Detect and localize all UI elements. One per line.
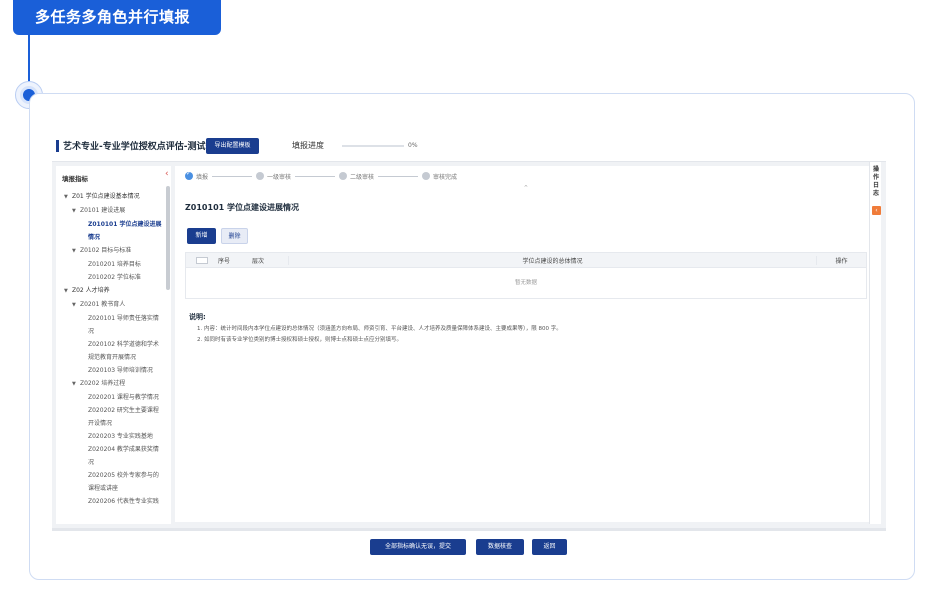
- empty-state: 暂无数据: [514, 280, 537, 286]
- step-dot-icon: [422, 172, 431, 180]
- page: 多任务多角色并行填报 艺术专业-专业学位授权点评估-测试部 导出配置模板 填报进…: [0, 0, 945, 612]
- workflow-steps: 填报 一级审核 二级审核 审核完成: [185, 170, 457, 182]
- sidebar-item[interactable]: Z020205 校外专家参与的课程或讲座: [56, 469, 164, 495]
- select-all-checkbox[interactable]: [196, 256, 208, 264]
- indicator-sidebar: 填报指标 ‹ ▼ Z01 学位点建设基本情况 ▼ Z0101 建设进展 Z010101 …: [56, 166, 171, 524]
- step-label: 二级审核: [350, 173, 375, 181]
- step-connector: [295, 175, 336, 177]
- progress-label: 填报进度: [292, 141, 324, 150]
- step-dot-icon: [339, 172, 348, 180]
- sidebar-item[interactable]: Z020102 科学道德和学术规范教育开展情况: [56, 338, 164, 364]
- export-template-button[interactable]: 导出配置模板: [206, 138, 259, 154]
- title-accent-bar: [56, 140, 59, 152]
- column-operation: 操作: [816, 255, 866, 265]
- check-circle-icon: [185, 170, 193, 180]
- note-line: 1. 内容：统计时间段内本学位点建设的总体情况（须涵盖方向布局、师资引育、平台建…: [197, 326, 562, 332]
- main-content: 填报 一级审核 二级审核 审核完成 ⌃ Z010101 学位点建设进展情况 新增 删除…: [175, 166, 869, 522]
- delete-button[interactable]: 删除: [221, 228, 248, 244]
- sidebar-item[interactable]: ▼ Z0102 目标与标准: [56, 244, 164, 258]
- app-header: 艺术专业-专业学位授权点评估-测试部 导出配置模板 填报进度 0%: [52, 130, 886, 162]
- sidebar-item-label: Z010101 学位点建设进展情况: [88, 221, 162, 241]
- column-level: 层次: [252, 257, 265, 265]
- column-seq: 序号: [218, 257, 231, 265]
- caret-down-icon[interactable]: ▼: [64, 285, 72, 298]
- step-connector: [378, 175, 419, 177]
- footer-bar: 全部指标确认无误，提交 数据核查 返回: [52, 528, 886, 558]
- data-check-button[interactable]: 数据核查: [476, 539, 524, 555]
- data-table: 序号 层次 学位点建设的总体情况 操作 暂无数据: [185, 252, 867, 299]
- sidebar-item-label: Z01 学位点建设基本情况: [72, 193, 140, 200]
- app-title: 艺术专业-专业学位授权点评估-测试部: [63, 142, 215, 152]
- chevron-left-icon[interactable]: ‹: [165, 169, 169, 179]
- step-label: 审核完成: [433, 173, 458, 181]
- connector-line: [28, 35, 30, 85]
- sidebar-item[interactable]: ▼ Z0202 培养过程: [56, 377, 164, 391]
- sidebar-item-label: Z020103 导师培训情况: [88, 367, 153, 374]
- operation-log-label[interactable]: 操作日志: [872, 166, 880, 198]
- sidebar-item-label: Z02 人才培养: [72, 287, 110, 294]
- chevron-up-icon[interactable]: ⌃: [523, 184, 529, 192]
- progress-percent: 0%: [408, 142, 418, 149]
- sidebar-item[interactable]: Z020201 课程与教学情况: [56, 391, 164, 404]
- sidebar-heading: 填报指标: [62, 175, 88, 183]
- notes-title: 说明:: [189, 313, 206, 321]
- caret-down-icon[interactable]: ▼: [72, 245, 80, 258]
- sidebar-item-label: Z0101 建设进展: [80, 207, 126, 214]
- sidebar-item[interactable]: Z020204 教学成果获奖情况: [56, 443, 164, 469]
- sidebar-item-label: Z0201 教书育人: [80, 301, 126, 308]
- feature-banner: 多任务多角色并行填报: [13, 0, 221, 35]
- chevron-left-icon[interactable]: ‹: [872, 206, 881, 215]
- sidebar-item-label: Z0102 目标与标准: [80, 247, 132, 254]
- sidebar-item-label: Z020205 校外专家参与的课程或讲座: [88, 472, 159, 492]
- sidebar-item-label: Z010201 培养目标: [88, 261, 141, 268]
- sidebar-item[interactable]: Z020202 研究生主要课程开设情况: [56, 404, 164, 430]
- sidebar-item[interactable]: ▼ Z02 人才培养: [56, 284, 164, 298]
- step-label: 一级审核: [267, 173, 292, 181]
- app-window: 艺术专业-专业学位授权点评估-测试部 导出配置模板 填报进度 0% 填报指标 ‹…: [52, 130, 886, 528]
- sidebar-item[interactable]: Z020101 导师责任落实情况: [56, 312, 164, 338]
- step-label: 填报: [196, 173, 209, 181]
- sidebar-item[interactable]: Z010202 学位标准: [56, 271, 164, 284]
- sidebar-item-label: Z020201 课程与教学情况: [88, 394, 159, 401]
- sidebar-item-label: Z020206 代表性专业实践: [88, 498, 159, 505]
- caret-down-icon[interactable]: ▼: [64, 191, 72, 204]
- section-title: Z010101 学位点建设进展情况: [185, 203, 299, 212]
- sidebar-item[interactable]: Z020103 导师培训情况: [56, 364, 164, 377]
- caret-down-icon[interactable]: ▼: [72, 378, 80, 391]
- sidebar-item[interactable]: Z020206 代表性专业实践: [56, 495, 164, 508]
- sidebar-item[interactable]: ▼ Z0101 建设进展: [56, 204, 164, 218]
- progress-bar: [342, 145, 404, 147]
- sidebar-item[interactable]: Z020203 专业实践基地: [56, 430, 164, 443]
- caret-down-icon[interactable]: ▼: [72, 299, 80, 312]
- sidebar-item[interactable]: ▼ Z01 学位点建设基本情况: [56, 190, 164, 204]
- sidebar-item[interactable]: Z010201 培养目标: [56, 258, 164, 271]
- note-line: 2. 如同时有该专业学位类别的博士授权和硕士授权，则博士点和硕士点应分别填写。: [197, 337, 402, 343]
- sidebar-item-label: Z020204 教学成果获奖情况: [88, 446, 159, 466]
- indicator-tree: ▼ Z01 学位点建设基本情况 ▼ Z0101 建设进展 Z010101 学位点建设进展…: [56, 190, 164, 508]
- sidebar-item-label: Z020102 科学道德和学术规范教育开展情况: [88, 341, 159, 361]
- sidebar-item-label: Z020203 专业实践基地: [88, 433, 153, 440]
- sidebar-item-label: Z010202 学位标准: [88, 274, 141, 281]
- sidebar-scrollbar[interactable]: [166, 186, 170, 290]
- caret-down-icon[interactable]: ▼: [72, 205, 80, 218]
- step-dot-icon: [256, 172, 265, 180]
- sidebar-item-label: Z020101 导师责任落实情况: [88, 315, 159, 335]
- sidebar-item-label: Z020202 研究生主要课程开设情况: [88, 407, 159, 427]
- sidebar-item[interactable]: Z010101 学位点建设进展情况: [56, 218, 164, 244]
- submit-confirm-button[interactable]: 全部指标确认无误，提交: [370, 539, 466, 555]
- add-button[interactable]: 新增: [187, 228, 216, 244]
- sidebar-item-label: Z0202 培养过程: [80, 380, 126, 387]
- back-button[interactable]: 返回: [532, 539, 567, 555]
- step-connector: [212, 175, 253, 177]
- operation-log-rail: 操作日志 ‹: [869, 162, 881, 524]
- table-header: 序号 层次 学位点建设的总体情况 操作: [186, 253, 866, 268]
- column-overall: 学位点建设的总体情况: [288, 255, 816, 265]
- sidebar-item[interactable]: ▼ Z0201 教书育人: [56, 298, 164, 312]
